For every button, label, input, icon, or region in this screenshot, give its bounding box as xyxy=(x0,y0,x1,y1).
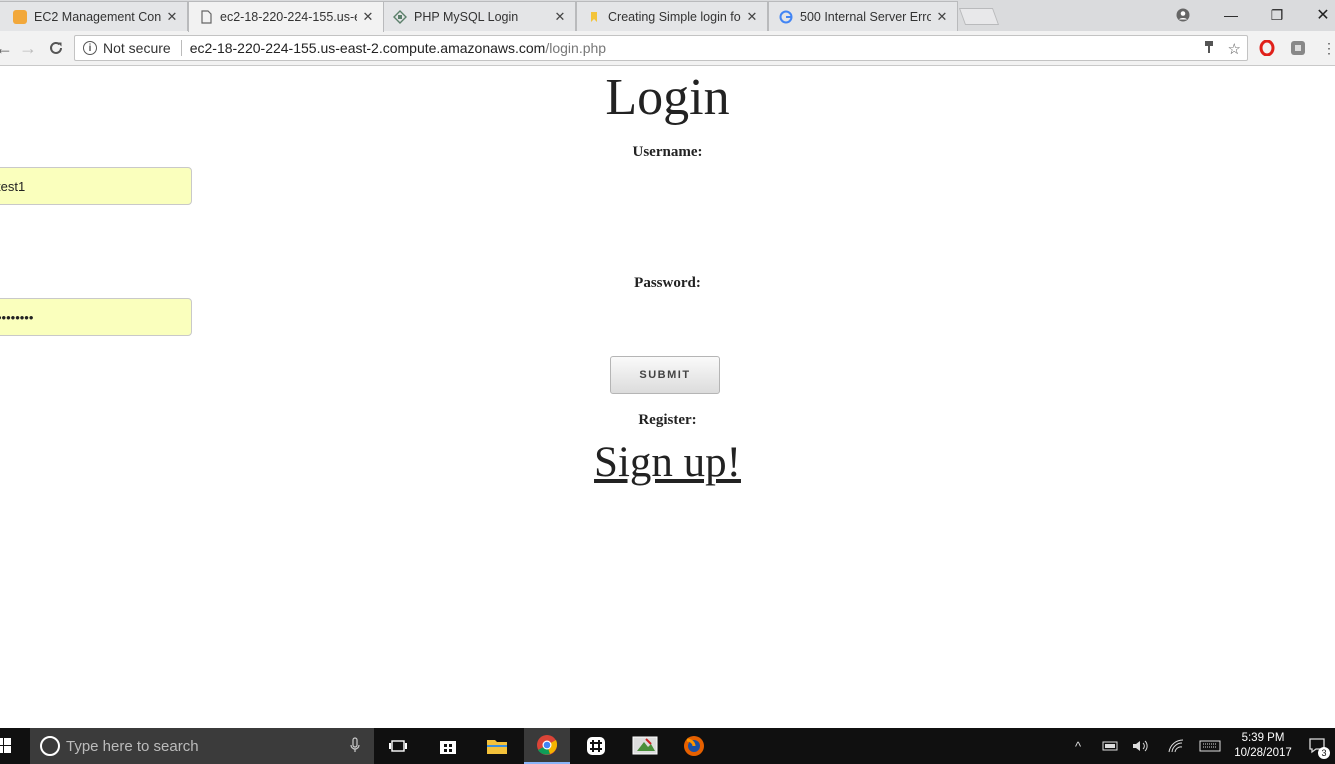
password-label: Password: xyxy=(634,275,701,291)
slack-icon[interactable] xyxy=(576,728,616,764)
close-tab-icon[interactable]: ✕ xyxy=(165,9,179,25)
chrome-icon[interactable] xyxy=(524,728,570,764)
clock-time: 5:39 PM xyxy=(1241,732,1285,744)
tab-login-page[interactable]: ec2-18-220-224-155.us-e ✕ xyxy=(188,1,384,32)
forward-button[interactable]: → xyxy=(16,36,40,60)
url-host: ec2-18-220-224-155.us-east-2.compute.ama… xyxy=(189,40,546,56)
close-tab-icon[interactable]: ✕ xyxy=(553,9,567,25)
tab-title: 500 Internal Server Error xyxy=(800,9,931,24)
new-tab-button[interactable] xyxy=(958,8,1000,25)
key-icon[interactable] xyxy=(1204,40,1214,58)
page-title: Login xyxy=(605,69,730,126)
address-divider xyxy=(180,40,182,56)
reload-button[interactable] xyxy=(44,36,68,60)
star-icon[interactable]: ☆ xyxy=(1228,40,1241,58)
register-label: Register: xyxy=(638,412,697,428)
chevron-up-icon[interactable]: ^ xyxy=(1068,728,1088,764)
page-content: Login Username: Password: SUBMIT Registe… xyxy=(0,66,1335,728)
tab-php-mysql-login[interactable]: PHP MySQL Login ✕ xyxy=(382,1,576,31)
tab-title: PHP MySQL Login xyxy=(414,9,519,24)
bookmark-icon xyxy=(587,10,601,24)
search-placeholder: Type here to search xyxy=(66,737,199,755)
tab-strip: EC2 Management Conso ✕ ec2-18-220-224-15… xyxy=(0,0,1335,32)
tab-ec2-console[interactable]: EC2 Management Conso ✕ xyxy=(0,1,188,31)
notification-badge: 3 xyxy=(1318,747,1330,759)
address-bar[interactable]: i Not secure ec2-18-220-224-155.us-east-… xyxy=(74,35,1248,61)
taskbar-clock[interactable]: 5:39 PM 10/28/2017 xyxy=(1228,731,1298,761)
tab-title: EC2 Management Conso xyxy=(34,9,161,24)
battery-icon[interactable] xyxy=(1100,728,1122,764)
windows-taskbar: Type here to search ^ 5:39 PM 10/28/2017 xyxy=(0,728,1335,764)
back-button[interactable]: ← xyxy=(0,36,16,60)
aws-icon xyxy=(13,9,27,24)
browser-toolbar: ← → i Not secure ec2-18-220-224-155.us-e… xyxy=(0,31,1335,66)
close-tab-icon[interactable]: ✕ xyxy=(745,9,759,25)
tab-title: ec2-18-220-224-155.us-e xyxy=(220,10,357,24)
taskbar-search[interactable]: Type here to search xyxy=(30,728,374,764)
tab-creating-simple-login[interactable]: Creating Simple login for ✕ xyxy=(576,1,768,31)
page-icon xyxy=(199,10,213,24)
store-icon[interactable] xyxy=(428,728,468,764)
snipping-tool-icon[interactable] xyxy=(624,728,666,764)
volume-icon[interactable] xyxy=(1130,728,1152,764)
close-tab-icon[interactable]: ✕ xyxy=(361,9,375,25)
action-center-icon[interactable]: 3 xyxy=(1304,728,1332,764)
opera-extension-icon[interactable] xyxy=(1258,39,1276,57)
google-icon xyxy=(779,10,793,24)
start-button[interactable] xyxy=(0,728,16,764)
close-window-button[interactable]: ✕ xyxy=(1300,0,1335,30)
close-tab-icon[interactable]: ✕ xyxy=(935,9,949,25)
task-view-icon[interactable] xyxy=(378,728,418,764)
username-input[interactable] xyxy=(0,167,192,205)
firefox-icon[interactable] xyxy=(674,728,714,764)
url-path: /login.php xyxy=(545,40,607,56)
account-icon[interactable] xyxy=(1160,0,1206,30)
diamond-icon xyxy=(393,9,407,24)
clock-date: 10/28/2017 xyxy=(1234,747,1292,759)
restore-button[interactable]: ❐ xyxy=(1254,0,1300,30)
minimize-button[interactable]: — xyxy=(1208,0,1254,30)
sign-up-link[interactable]: Sign up! xyxy=(0,438,1335,487)
wifi-icon[interactable] xyxy=(1165,728,1187,764)
microphone-icon[interactable] xyxy=(350,736,360,756)
cortana-icon xyxy=(40,736,60,756)
password-input[interactable] xyxy=(0,298,192,336)
omnibox-actions: ☆ xyxy=(1204,40,1241,58)
info-icon[interactable]: i xyxy=(83,41,97,55)
tab-500-error[interactable]: 500 Internal Server Error ✕ xyxy=(768,1,958,31)
username-label: Username: xyxy=(632,144,703,160)
extension-icon[interactable] xyxy=(1289,39,1307,57)
file-explorer-icon[interactable] xyxy=(477,728,517,764)
menu-icon[interactable]: ⋮ xyxy=(1320,39,1335,57)
security-status: Not secure xyxy=(103,40,171,56)
tab-title: Creating Simple login for xyxy=(608,9,741,24)
submit-button[interactable]: SUBMIT xyxy=(610,356,720,394)
keyboard-icon[interactable] xyxy=(1196,728,1224,764)
